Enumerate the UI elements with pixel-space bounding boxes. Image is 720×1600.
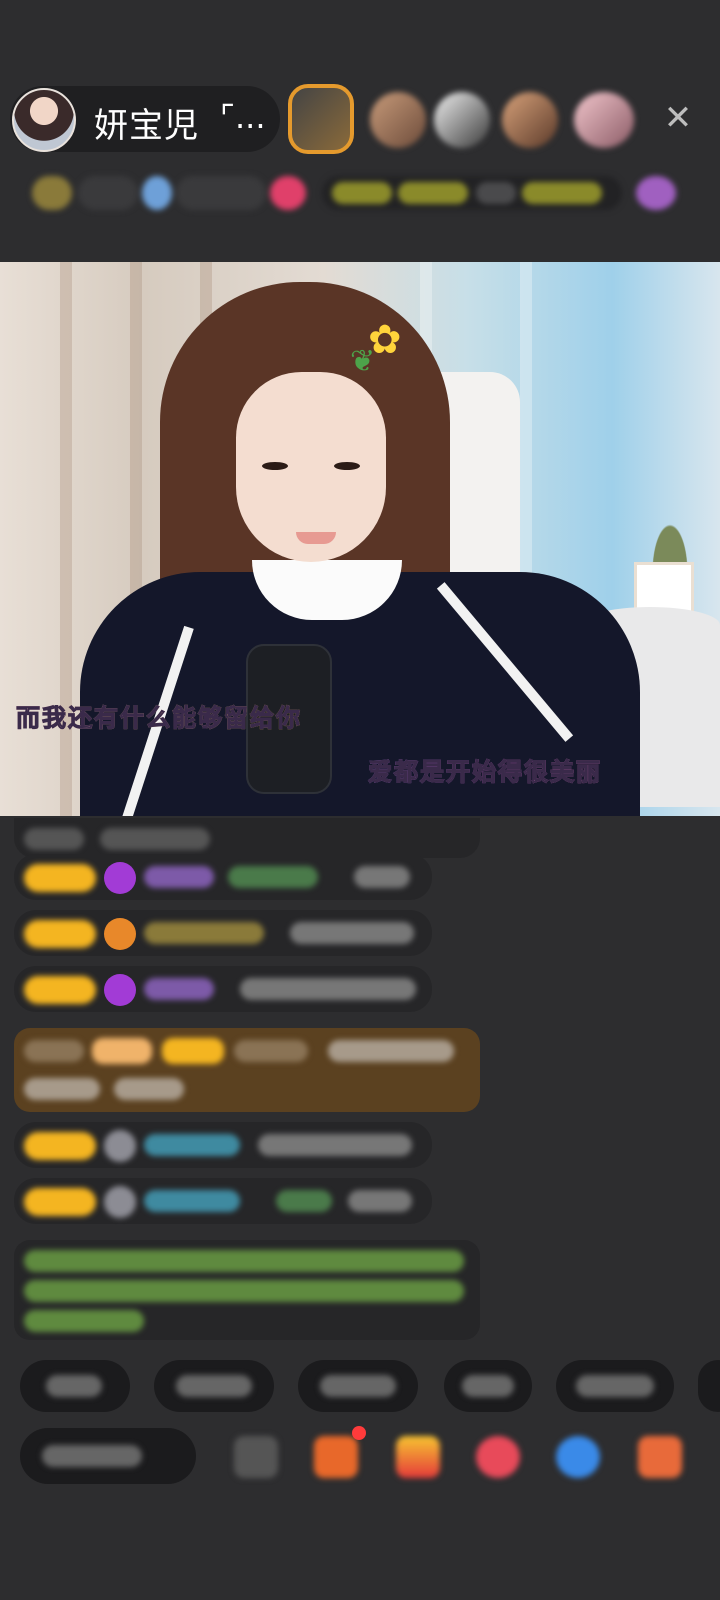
live-video[interactable]: ❦ ✿ 而我还有什么能够留给你 爱都是开始得很美丽	[0, 262, 720, 816]
lyric-line-1: 而我还有什么能够留给你	[16, 698, 302, 733]
level-badge	[24, 920, 96, 948]
chat-message	[14, 1178, 432, 1224]
room-info-bar[interactable]	[26, 170, 686, 216]
viewer-avatar[interactable]	[434, 92, 490, 148]
share-icon[interactable]	[556, 1436, 600, 1478]
plant	[640, 492, 700, 572]
chat-message	[14, 910, 432, 956]
quick-reply-button[interactable]	[698, 1360, 720, 1412]
anchor-name-overflow: ⌜...	[220, 98, 266, 136]
user-avatar	[104, 1186, 136, 1218]
viewer-avatar[interactable]	[502, 92, 558, 148]
anchor-name[interactable]: 妍宝児	[94, 98, 199, 147]
chat-message	[14, 1122, 432, 1168]
level-badge	[24, 976, 96, 1004]
level-badge	[24, 864, 96, 892]
chat-message	[14, 818, 480, 858]
close-icon[interactable]: ✕	[660, 100, 696, 136]
like-icon[interactable]	[476, 1436, 520, 1478]
gift-box-icon[interactable]	[314, 1436, 358, 1478]
level-badge	[24, 1188, 96, 1216]
viewer-avatar[interactable]	[370, 92, 426, 148]
chat-message	[14, 854, 432, 900]
system-notice-message	[14, 1240, 480, 1340]
notification-dot	[352, 1426, 366, 1440]
flower-icon: ✿	[368, 317, 402, 363]
featured-viewer-avatar[interactable]	[288, 84, 354, 154]
diamond-icon	[104, 862, 136, 894]
viewer-avatar[interactable]	[574, 92, 634, 148]
fan-icon	[104, 918, 136, 950]
chat-message	[14, 966, 432, 1012]
lyric-line-2: 爱都是开始得很美丽	[368, 752, 602, 787]
diamond-icon	[104, 974, 136, 1006]
quick-reply-button[interactable]	[298, 1360, 418, 1412]
emoji-icon[interactable]	[234, 1436, 278, 1478]
quick-reply-button[interactable]	[556, 1360, 674, 1412]
quick-reply-button[interactable]	[20, 1360, 130, 1412]
gift-icon[interactable]	[396, 1436, 440, 1478]
user-avatar	[104, 1130, 136, 1162]
quick-reply-button[interactable]	[444, 1360, 532, 1412]
quick-reply-button[interactable]	[154, 1360, 274, 1412]
highlighted-chat-message	[14, 1028, 480, 1112]
level-badge	[24, 1132, 96, 1160]
more-icon[interactable]	[638, 1436, 682, 1478]
anchor-avatar[interactable]	[12, 88, 76, 152]
chat-input[interactable]	[20, 1428, 196, 1484]
